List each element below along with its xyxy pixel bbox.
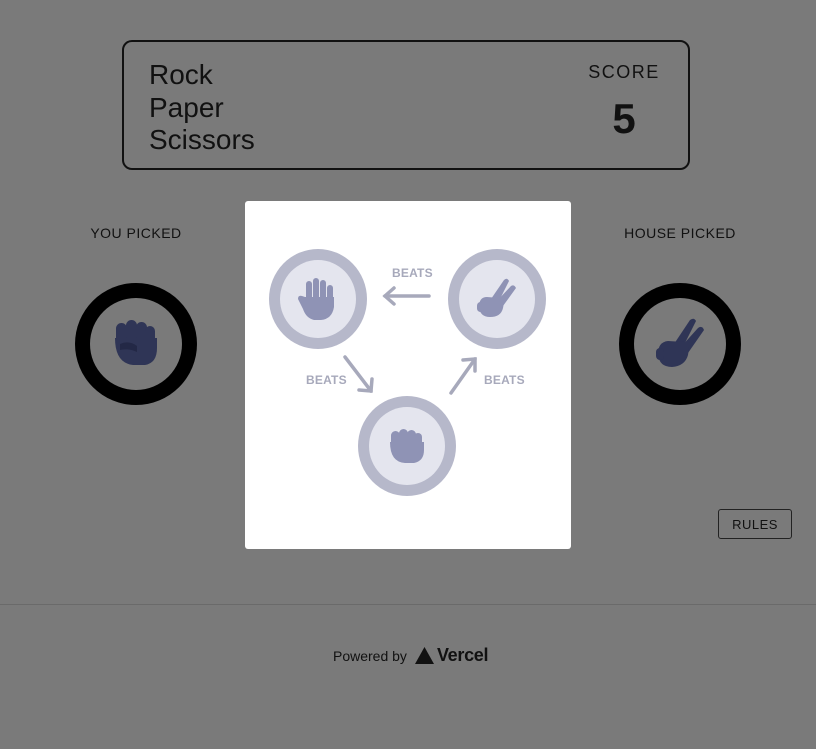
footer: Powered by Vercel xyxy=(0,604,816,749)
beats-label-left: BEATS xyxy=(306,373,347,387)
score-value: 5 xyxy=(612,95,636,142)
rules-node-paper xyxy=(269,249,367,349)
title-line: Paper xyxy=(149,91,224,123)
rock-icon xyxy=(115,320,157,365)
powered-by-vercel[interactable]: Powered by Vercel xyxy=(333,645,489,666)
you-picked-label: YOU PICKED xyxy=(90,225,182,241)
vercel-wordmark: Vercel xyxy=(436,645,489,665)
vercel-logo: Vercel xyxy=(414,645,489,666)
rules-button[interactable]: RULES xyxy=(718,509,792,539)
title-line: Scissors xyxy=(149,124,255,155)
vercel-triangle-icon xyxy=(414,647,434,664)
score-label: SCORE xyxy=(588,62,660,82)
rock-icon xyxy=(390,429,424,463)
scissors-icon xyxy=(656,318,704,367)
house-pick-token xyxy=(619,283,741,405)
rules-node-scissors xyxy=(448,249,546,349)
title-line: Rock xyxy=(149,59,213,90)
arrow-rock-to-scissors xyxy=(449,357,477,395)
paper-icon xyxy=(298,278,334,320)
beats-label-top: BEATS xyxy=(392,266,433,280)
scoreboard: Rock Paper Scissors SCORE 5 xyxy=(122,40,690,170)
beats-label-right: BEATS xyxy=(484,373,525,387)
rules-node-rock xyxy=(358,396,456,496)
scissors-icon xyxy=(477,278,516,317)
arrow-scissors-to-paper xyxy=(382,286,431,306)
house-picked-label: HOUSE PICKED xyxy=(624,225,736,241)
score-box: SCORE 5 xyxy=(584,62,664,143)
powered-by-text: Powered by xyxy=(333,647,407,664)
game-area: Rock Paper Scissors SCORE 5 YOU PICKED H… xyxy=(0,0,816,604)
game-title: Rock Paper Scissors xyxy=(149,59,255,157)
rules-modal: BEATS BEATS BEATS xyxy=(245,201,571,549)
player-pick-token xyxy=(75,283,197,405)
